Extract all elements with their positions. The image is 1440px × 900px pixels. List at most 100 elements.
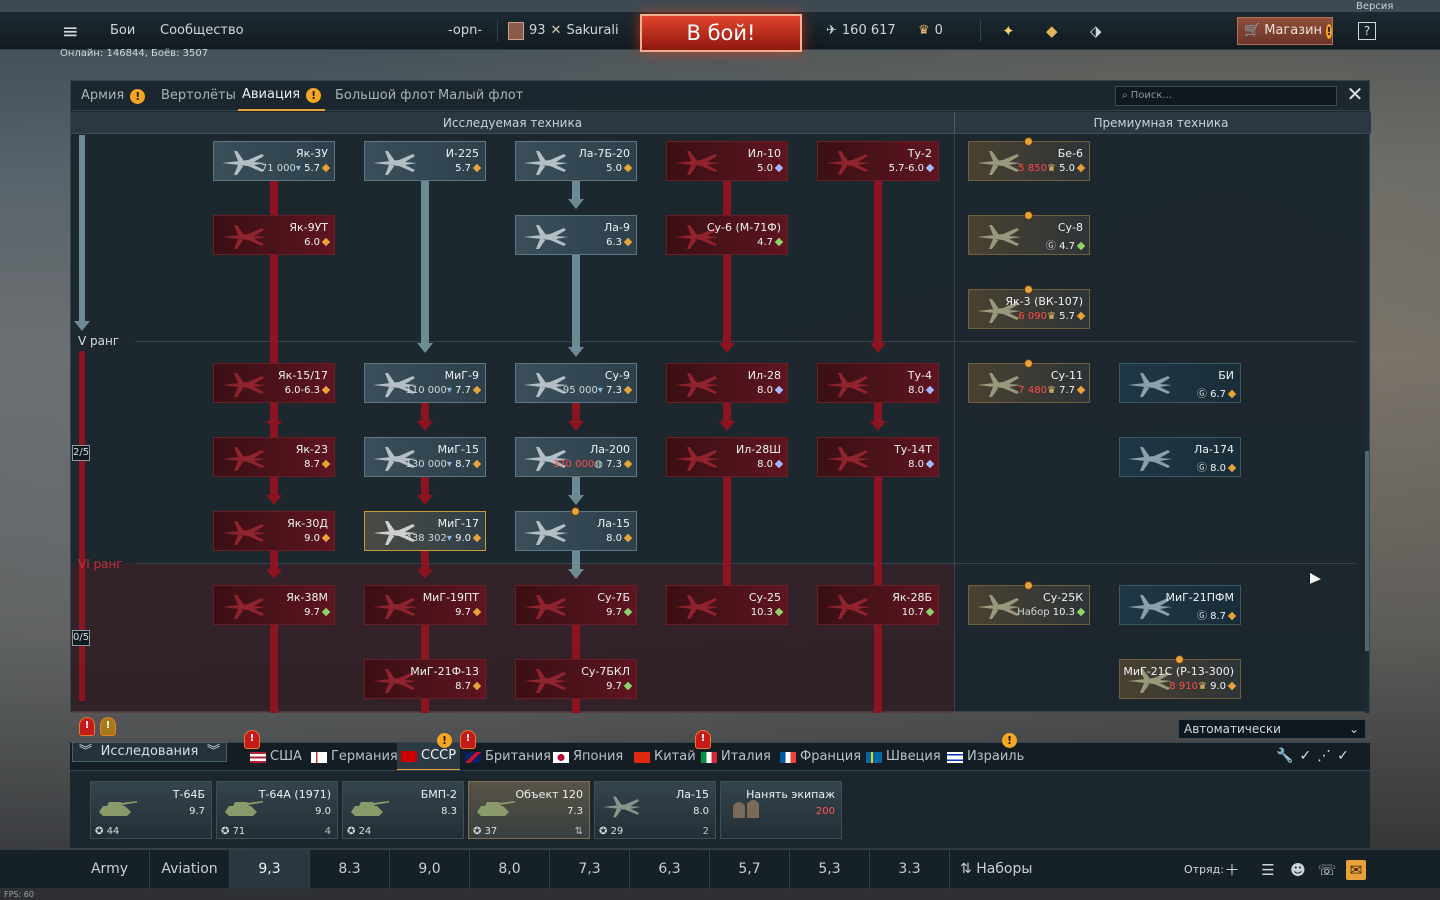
hire-crew-slot[interactable]: Нанять экипаж 200 <box>720 781 842 839</box>
preset-aviation[interactable]: Aviation <box>150 850 230 889</box>
research-toggle-button[interactable]: ︾ Исследования ︾ <box>72 742 227 762</box>
vehicle-card[interactable]: Як-15/17 6.0-6.3 <box>213 363 335 403</box>
add-squad-icon[interactable]: ＋ <box>1222 860 1242 880</box>
crew-slot[interactable]: Т-64А (1971) 9.0 ✪ 71 4 <box>216 781 338 839</box>
alert-badge-icon[interactable]: ! <box>79 717 95 736</box>
vehicle-card[interactable]: Як-3 (ВК-107) 6 090♛ 5.7 <box>968 289 1090 329</box>
preset-tab[interactable]: 9,0 <box>390 850 470 889</box>
vehicle-card[interactable]: Ла-174 Ⓖ 8.0 <box>1119 437 1241 477</box>
preset-tab[interactable]: 6,3 <box>630 850 710 889</box>
silver-balance[interactable]: ✈ 160 617 <box>826 12 896 50</box>
vehicle-card[interactable]: МиГ-19ПТ 9.7 <box>364 585 486 625</box>
vehicle-card[interactable]: Су-7БКЛ 9.7 <box>515 659 637 699</box>
vehicle-card[interactable]: МиГ-17 438 302▾ 9.0 <box>364 511 486 551</box>
crew-slot[interactable]: Ла-15 8.0 ✪ 29 2 <box>594 781 716 839</box>
preset-tab[interactable]: 9,3 <box>230 850 310 889</box>
help-icon[interactable]: ? <box>1358 22 1376 40</box>
vehicle-card[interactable]: Як-23 8.7 <box>213 437 335 477</box>
auto-select-dropdown[interactable]: Автоматически ⌄ <box>1178 719 1366 739</box>
shop-button[interactable]: 🛒 Магазин ! <box>1237 17 1333 45</box>
lightbulb-icon[interactable]: ✦ <box>1002 12 1015 50</box>
vehicle-card[interactable]: Су-9 95 000▾ 7.3 <box>515 363 637 403</box>
vehicle-card[interactable]: Ла-7Б-20 5.0 <box>515 141 637 181</box>
vehicle-card[interactable]: МиГ-21Ф-13 8.7 <box>364 659 486 699</box>
hamburger-menu-icon[interactable]: ≡ <box>62 12 86 50</box>
mail-icon[interactable]: ✉ <box>1346 860 1366 880</box>
preset-tab[interactable]: 7,3 <box>550 850 630 889</box>
preset-tab[interactable]: 3.3 <box>870 850 950 889</box>
profile-button[interactable]: 93 ✕ Sakurali <box>508 12 619 50</box>
crew-slot[interactable]: Т-64Б 9.7 ✪ 44 <box>90 781 212 839</box>
vehicle-card[interactable]: МиГ-21С (Р-13-300) 8 910♛ 9.0 <box>1119 659 1241 699</box>
vehicle-card[interactable]: Ил-10 5.0 <box>666 141 788 181</box>
vehicle-card[interactable]: Ту-14Т 8.0 <box>817 437 939 477</box>
battles-menu[interactable]: Бои <box>110 12 135 50</box>
preset-tab[interactable]: 5,7 <box>710 850 790 889</box>
crew-slot[interactable]: БМП-2 8.3 ✪ 24 <box>342 781 464 839</box>
vehicle-card[interactable]: Ла-9 6.3 <box>515 215 637 255</box>
vehicle-card[interactable]: БИ Ⓖ 6.7 <box>1119 363 1241 403</box>
vehicle-class-icon <box>1076 385 1086 395</box>
preset-tab[interactable]: 8.3 <box>310 850 390 889</box>
preset-tab[interactable]: 5,3 <box>790 850 870 889</box>
alert-badge-icon[interactable]: ! <box>100 717 116 736</box>
nation-tab[interactable]: Швеция <box>862 743 945 771</box>
tab-helicopters[interactable]: Вертолёты <box>157 81 240 111</box>
vehicle-card[interactable]: МиГ-21ПФМ Ⓖ 8.7 <box>1119 585 1241 625</box>
vehicle-card[interactable]: Ту-2 5.7-6.0 <box>817 141 939 181</box>
nation-tab[interactable]: СССР <box>397 743 461 771</box>
community-menu[interactable]: Сообщество <box>160 12 244 50</box>
tab-bluewater-fleet[interactable]: Большой флот <box>331 81 439 111</box>
coupon-icon[interactable]: ⬗ <box>1090 12 1102 50</box>
warbond-icon[interactable]: ◆ <box>1046 12 1058 50</box>
check-icon[interactable]: ✓ <box>1299 748 1311 764</box>
tab-coastal-fleet[interactable]: Малый флот <box>434 81 527 111</box>
preset-army[interactable]: Army <box>70 850 150 889</box>
chat-icon[interactable]: ☏ <box>1317 860 1337 880</box>
vehicle-card[interactable]: Су-7Б 9.7 <box>515 585 637 625</box>
vehicle-card[interactable]: Ла-200 370 000◍ 7.3 <box>515 437 637 477</box>
vehicle-card[interactable]: Ил-28 8.0 <box>666 363 788 403</box>
multi-check-icon[interactable]: ⋰ <box>1317 748 1331 764</box>
gold-balance[interactable]: ♛ 0 <box>918 12 943 50</box>
vehicle-card[interactable]: Су-8 Ⓖ 4.7 <box>968 215 1090 255</box>
vehicle-card[interactable]: Як-3У 71 000▾ 5.7 <box>213 141 335 181</box>
vehicle-card[interactable]: Як-9УТ 6.0 <box>213 215 335 255</box>
research-tree[interactable]: V ранг 2/5 VI ранг 0/5 Як-3У 71 000▾ 5.7 И… <box>71 135 1371 713</box>
vehicle-card[interactable]: Бе-6 5 850♛ 5.0 <box>968 141 1090 181</box>
vehicle-card[interactable]: МиГ-9 110 000▾ 7.7 <box>364 363 486 403</box>
nation-tab[interactable]: Япония <box>549 743 627 771</box>
vehicle-card[interactable]: Су-11 7 480♛ 7.7 <box>968 363 1090 403</box>
scrollbar-thumb[interactable] <box>1365 451 1369 651</box>
vehicle-card[interactable]: Як-38М 9.7 <box>213 585 335 625</box>
vehicle-card[interactable]: Су-6 (М-71Ф) 4.7 <box>666 215 788 255</box>
tab-aviation[interactable]: Авиация! <box>238 81 326 111</box>
vehicle-card[interactable]: Ла-15 8.0 <box>515 511 637 551</box>
search-input[interactable]: ⌕ Поиск... <box>1115 86 1337 106</box>
vehicle-card[interactable]: МиГ-15 130 000▾ 8.7 <box>364 437 486 477</box>
wrench-icon[interactable]: 🔧 <box>1276 748 1293 764</box>
preset-tab[interactable]: 8,0 <box>470 850 550 889</box>
crew-slot[interactable]: Объект 120 7.3 ✪ 37 ⇅ <box>468 781 590 839</box>
close-icon[interactable]: ✕ <box>1345 84 1365 105</box>
nation-tab[interactable]: Китай <box>630 743 700 771</box>
vehicle-card[interactable]: Як-30Д 9.0 <box>213 511 335 551</box>
clan-tag[interactable]: -opn- <box>448 12 482 50</box>
check-icon[interactable]: ✓ <box>1337 748 1349 764</box>
to-battle-button[interactable]: В бой! <box>640 14 802 52</box>
vehicle-card[interactable]: Як-28Б 10.7 <box>817 585 939 625</box>
vehicle-card[interactable]: И-225 5.7 <box>364 141 486 181</box>
list-icon[interactable]: ☰ <box>1258 860 1278 880</box>
friends-icon[interactable]: ☻ <box>1288 860 1308 880</box>
sets-button[interactable]: ⇅ Наборы <box>950 850 1060 889</box>
nation-tab[interactable]: Франция <box>776 743 865 771</box>
arrow-down-icon <box>417 569 433 579</box>
tab-army[interactable]: Армия! <box>77 81 149 111</box>
crew-level: ✪ 37 <box>473 826 498 837</box>
nation-tab[interactable]: Германия <box>307 743 402 771</box>
vehicle-card[interactable]: Су-25 10.3 <box>666 585 788 625</box>
nation-tab[interactable]: Израиль <box>943 743 1028 771</box>
vehicle-card[interactable]: Су-25К Набор 10.3 <box>968 585 1090 625</box>
vehicle-card[interactable]: Ту-4 8.0 <box>817 363 939 403</box>
vehicle-card[interactable]: Ил-28Ш 8.0 <box>666 437 788 477</box>
